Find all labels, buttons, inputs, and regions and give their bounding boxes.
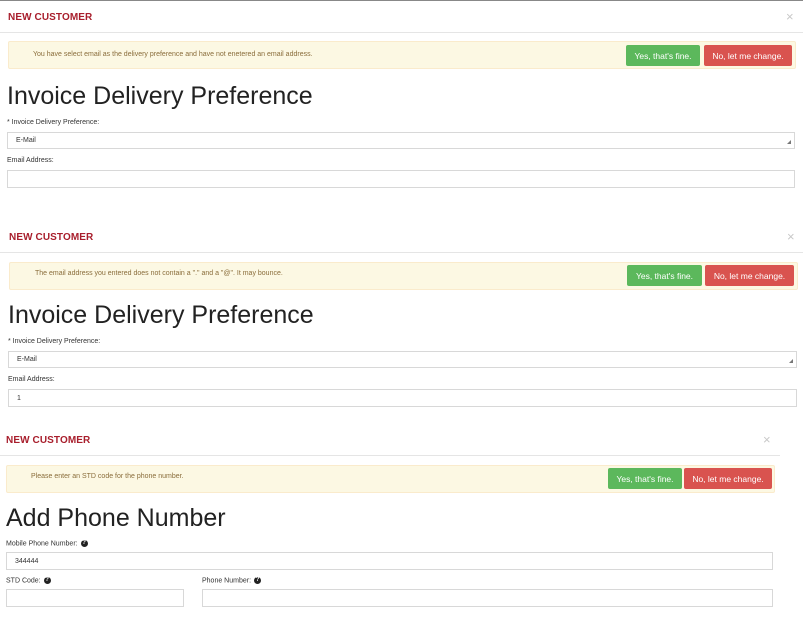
std-code-label-text: STD Code: [6, 577, 41, 585]
help-icon[interactable]: ? [80, 540, 88, 547]
delivery-preference-value: E-Mail [16, 137, 36, 144]
email-address-label: Email Address: [7, 157, 54, 164]
std-code-input[interactable] [6, 589, 184, 607]
no-let-me-change-button[interactable]: No, let me change. [684, 468, 772, 489]
modal-header: NEW CUSTOMER × [0, 222, 803, 253]
new-customer-modal-1: NEW CUSTOMER × You have select email as … [0, 1, 803, 206]
section-heading: Invoice Delivery Preference [8, 301, 314, 329]
yes-thats-fine-button[interactable]: Yes, that's fine. [626, 45, 700, 66]
std-code-label: STD Code:? [6, 577, 51, 584]
email-address-label: Email Address: [8, 376, 55, 383]
section-heading: Invoice Delivery Preference [7, 82, 313, 110]
help-icon[interactable]: ? [254, 577, 262, 584]
modal-header: NEW CUSTOMER × [0, 1, 803, 33]
email-address-input[interactable] [8, 389, 797, 407]
delivery-preference-value: E-Mail [17, 356, 37, 363]
dropdown-arrow-icon [789, 359, 793, 363]
close-icon[interactable]: × [763, 433, 771, 446]
delivery-preference-select[interactable]: E-Mail [7, 132, 795, 149]
new-customer-modal-3: NEW CUSTOMER × Please enter an STD code … [0, 425, 780, 636]
yes-thats-fine-button[interactable]: Yes, that's fine. [627, 265, 702, 286]
delivery-preference-label: * Invoice Delivery Preference: [8, 338, 101, 345]
mobile-phone-label: Mobile Phone Number:? [6, 540, 88, 547]
section-heading: Add Phone Number [6, 504, 226, 532]
close-icon[interactable]: × [787, 230, 795, 243]
yes-thats-fine-button[interactable]: Yes, that's fine. [608, 468, 682, 489]
delivery-preference-select[interactable]: E-Mail [8, 351, 797, 368]
help-icon[interactable]: ? [43, 577, 51, 584]
modal-header: NEW CUSTOMER × [0, 425, 780, 456]
dropdown-arrow-icon [787, 140, 791, 144]
email-address-input[interactable] [7, 170, 795, 188]
alert-message: You have select email as the delivery pr… [33, 51, 313, 58]
alert-message: The email address you entered does not c… [35, 270, 283, 277]
no-let-me-change-button[interactable]: No, let me change. [704, 45, 792, 66]
phone-number-label-text: Phone Number: [202, 577, 252, 585]
phone-number-label: Phone Number:? [202, 577, 262, 585]
modal-title: NEW CUSTOMER [9, 232, 94, 243]
warning-alert: Please enter an STD code for the phone n… [6, 465, 775, 493]
modal-title: NEW CUSTOMER [6, 435, 91, 446]
new-customer-modal-2: NEW CUSTOMER × The email address you ent… [0, 222, 803, 417]
no-let-me-change-button[interactable]: No, let me change. [705, 265, 794, 286]
warning-alert: You have select email as the delivery pr… [8, 41, 796, 69]
delivery-preference-label: * Invoice Delivery Preference: [7, 119, 100, 126]
mobile-phone-input[interactable] [6, 552, 773, 570]
warning-alert: The email address you entered does not c… [9, 262, 798, 290]
phone-number-input[interactable] [202, 589, 773, 607]
alert-message: Please enter an STD code for the phone n… [31, 473, 184, 480]
modal-title: NEW CUSTOMER [8, 12, 93, 23]
close-icon[interactable]: × [786, 10, 794, 23]
mobile-phone-label-text: Mobile Phone Number: [6, 540, 78, 548]
